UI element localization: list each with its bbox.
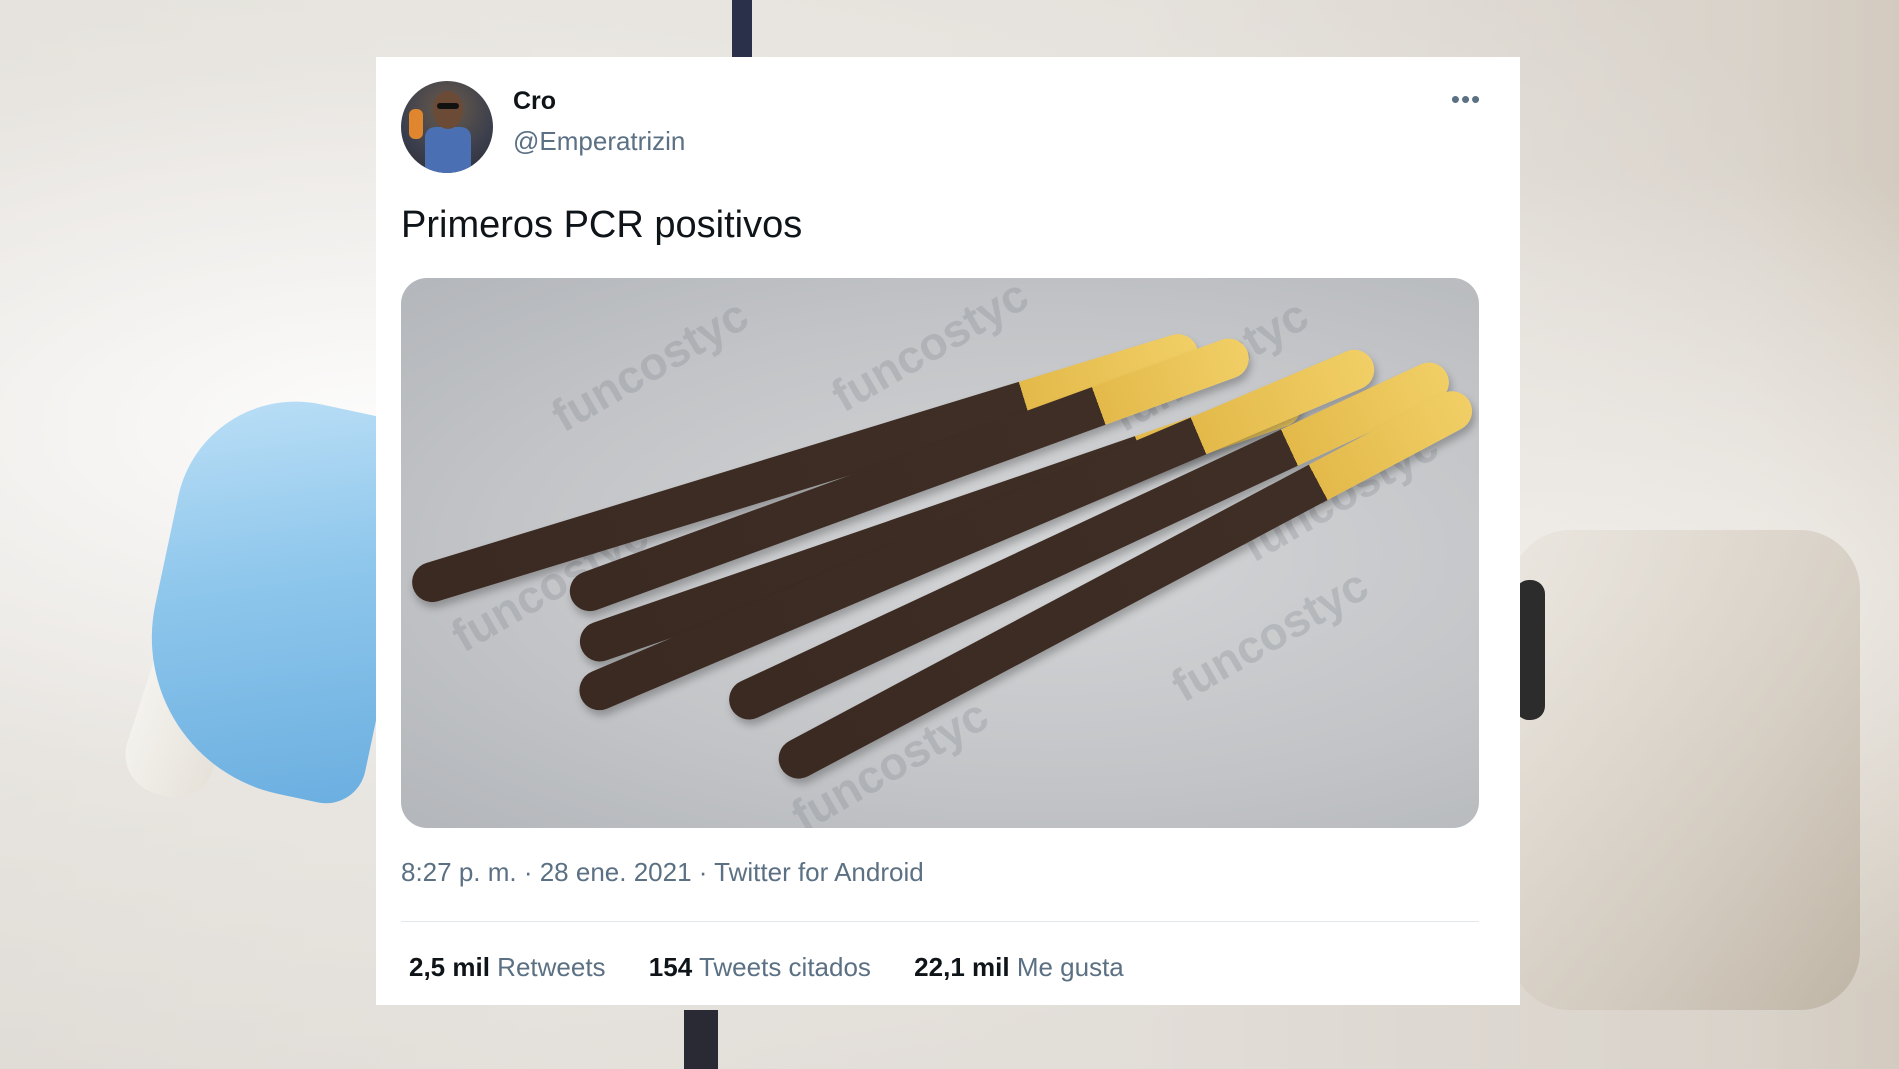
avatar[interactable] xyxy=(401,81,493,173)
likes-label: Me gusta xyxy=(1016,952,1124,982)
retweets-count: 2,5 mil xyxy=(409,952,490,982)
watermark: funcostyc xyxy=(542,288,757,442)
quote-tweets-stat[interactable]: 154 Tweets citados xyxy=(649,952,871,983)
tweet-stats: 2,5 mil Retweets 154 Tweets citados 22,1… xyxy=(409,952,1160,983)
avatar-head xyxy=(433,91,463,129)
suit-zipper-lower xyxy=(684,1010,718,1069)
tweet-media[interactable]: funcostyc funcostyc funcostyc funcostyc … xyxy=(401,278,1479,828)
tweet-text: Primeros PCR positivos xyxy=(401,204,803,246)
likes-stat[interactable]: 22,1 mil Me gusta xyxy=(914,952,1124,983)
watermark: funcostyc xyxy=(1162,558,1377,712)
quote-tweets-label: Tweets citados xyxy=(698,952,871,982)
tweet-card: Cro @Emperatrizin ••• Primeros PCR posit… xyxy=(376,57,1520,1005)
quote-tweets-count: 154 xyxy=(648,952,693,982)
user-handle[interactable]: @Emperatrizin xyxy=(513,126,685,157)
more-icon[interactable]: ••• xyxy=(1446,86,1486,112)
tweet-timestamp[interactable]: 8:27 p. m. · 28 ene. 2021 · Twitter for … xyxy=(401,857,924,888)
avatar-detail xyxy=(409,109,423,139)
avatar-shirt xyxy=(425,127,471,173)
suit-zipper xyxy=(732,0,752,60)
likes-count: 22,1 mil xyxy=(914,952,1010,982)
retweets-label: Retweets xyxy=(497,952,606,982)
suit-sleeve xyxy=(1510,530,1860,1010)
retweets-stat[interactable]: 2,5 mil Retweets xyxy=(409,952,606,983)
avatar-glasses xyxy=(437,103,459,109)
display-name[interactable]: Cro xyxy=(513,87,556,116)
divider xyxy=(401,921,1479,922)
